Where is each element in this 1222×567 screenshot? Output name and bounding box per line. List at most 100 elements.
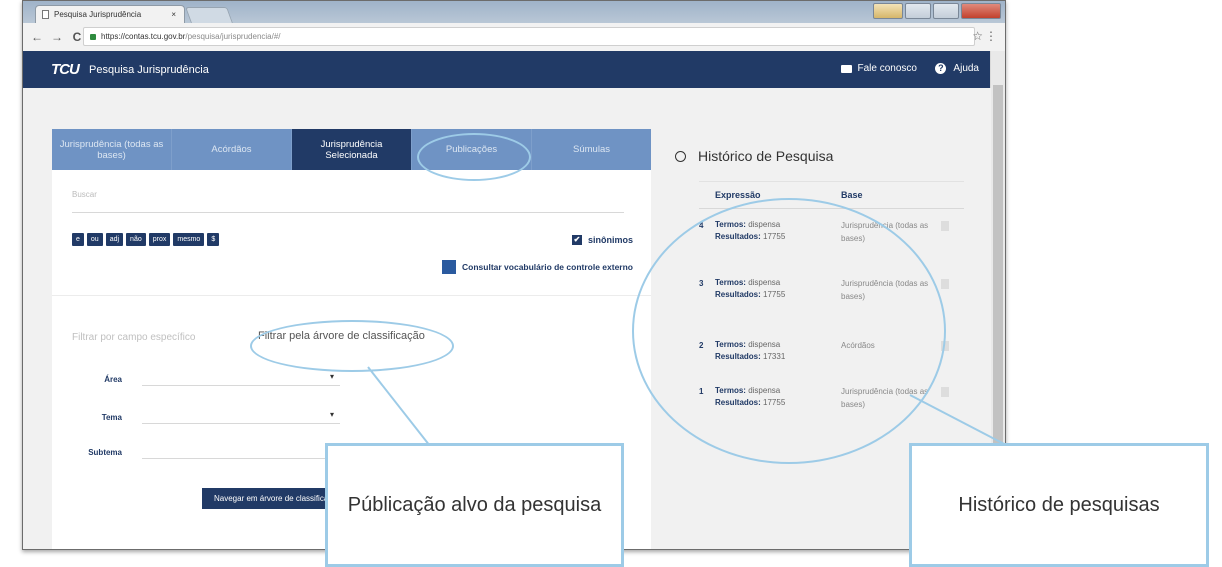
- history-row-number: 2: [699, 341, 704, 350]
- terms-value: dispensa: [748, 278, 781, 287]
- back-icon[interactable]: ←: [31, 30, 43, 44]
- results-label: Resultados:: [715, 352, 761, 361]
- history-row-number: 1: [699, 387, 704, 396]
- scroll-thumb[interactable]: [993, 85, 1003, 445]
- subtema-field: Subtema: [72, 445, 340, 459]
- expression-column-header: Expressão: [715, 190, 761, 200]
- operator-mesmo-button[interactable]: mesmo: [173, 233, 205, 246]
- vocabulary-link[interactable]: Consultar vocabulário de controle extern…: [442, 260, 633, 274]
- browser-menu-icon[interactable]: ⋮: [985, 29, 997, 43]
- vocabulary-label: Consultar vocabulário de controle extern…: [462, 262, 633, 272]
- terms-label: Termos:: [715, 340, 746, 349]
- lock-icon: [90, 33, 96, 40]
- divider: [52, 295, 651, 296]
- terms-value: dispensa: [748, 386, 781, 395]
- vocabulary-icon: [442, 260, 457, 274]
- area-field: Área ▾: [72, 372, 340, 386]
- operator-adj-button[interactable]: adj: [105, 233, 124, 246]
- callout-publicacao: Públicação alvo da pesquisa: [325, 443, 624, 567]
- address-bar: ← → C https://contas.tcu.gov.br /pesquis…: [23, 23, 1005, 52]
- trash-icon[interactable]: [941, 341, 949, 351]
- bookmark-star-icon[interactable]: ☆: [972, 29, 983, 43]
- contact-label: Fale conosco: [857, 63, 917, 74]
- operator-ou-button[interactable]: ou: [86, 233, 103, 246]
- terms-value: dispensa: [748, 220, 781, 229]
- tab-sumulas[interactable]: Súmulas: [532, 129, 651, 170]
- operator-prox-button[interactable]: prox: [148, 233, 171, 246]
- url-input[interactable]: https://contas.tcu.gov.br /pesquisa/juri…: [83, 27, 975, 46]
- title-bar: Pesquisa Jurisprudência ×: [23, 1, 1005, 23]
- results-label: Resultados:: [715, 232, 761, 241]
- reload-icon[interactable]: C: [71, 30, 83, 44]
- help-icon: ?: [935, 63, 947, 74]
- trash-icon[interactable]: [941, 221, 949, 231]
- history-clock-icon: [675, 150, 686, 162]
- minimize-button[interactable]: [905, 3, 931, 19]
- search-input[interactable]: Buscar: [72, 190, 624, 213]
- history-row-base: Jurisprudência (todas as bases): [841, 221, 929, 243]
- history-title-text: Histórico de Pesquisa: [698, 148, 834, 164]
- operator-buttons: e ou adj não prox mesmo $: [72, 233, 220, 246]
- history-row-base: Jurisprudência (todas as bases): [841, 279, 929, 301]
- terms-label: Termos:: [715, 278, 746, 287]
- terms-label: Termos:: [715, 386, 746, 395]
- history-row-expression: Termos: dispensa Resultados: 17755: [709, 385, 841, 435]
- checkbox-checked-icon: ✔: [571, 235, 582, 245]
- synonyms-label: sinônimos: [587, 235, 633, 245]
- history-row[interactable]: 3 Termos: dispensa Resultados: 17755 Jur…: [699, 277, 964, 339]
- document-icon: [42, 10, 49, 19]
- area-label: Área: [104, 374, 122, 384]
- results-value: 17331: [763, 352, 786, 361]
- tema-label: Tema: [101, 412, 122, 422]
- search-tabs: Jurisprudência (todas as bases) Acórdãos…: [52, 129, 651, 170]
- operator-e-button[interactable]: e: [72, 233, 84, 246]
- filter-by-field-link[interactable]: Filtrar por campo específico: [72, 332, 195, 343]
- app-title: Pesquisa Jurisprudência: [89, 64, 209, 76]
- app-header: TCU Pesquisa Jurisprudência Fale conosco…: [23, 51, 991, 88]
- history-row[interactable]: 4 Termos: dispensa Resultados: 17755 Jur…: [699, 219, 964, 277]
- help-link[interactable]: ? Ajuda: [935, 63, 979, 74]
- callout-historico: Histórico de pesquisas: [909, 443, 1209, 567]
- url-path: /pesquisa/jurisprudencia/#/: [185, 32, 281, 41]
- tab-acordaos[interactable]: Acórdãos: [172, 129, 292, 170]
- favorites-button[interactable]: [873, 3, 903, 19]
- history-row-number: 3: [699, 279, 704, 288]
- tema-select[interactable]: ▾: [142, 410, 340, 424]
- trash-icon[interactable]: [941, 387, 949, 397]
- new-tab-button[interactable]: [185, 7, 233, 23]
- tab-publicacoes[interactable]: Publicações: [412, 129, 532, 170]
- terms-label: Termos:: [715, 220, 746, 229]
- url-host: https://contas.tcu.gov.br: [101, 32, 186, 41]
- window-controls: [873, 3, 1001, 19]
- close-window-button[interactable]: [961, 3, 1001, 19]
- operator-nao-button[interactable]: não: [126, 233, 146, 246]
- base-column-header: Base: [841, 190, 863, 200]
- results-value: 17755: [763, 232, 786, 241]
- history-row-expression: Termos: dispensa Resultados: 17755: [709, 219, 841, 277]
- trash-icon[interactable]: [941, 279, 949, 289]
- browser-tab[interactable]: Pesquisa Jurisprudência ×: [35, 5, 185, 23]
- close-tab-icon[interactable]: ×: [171, 10, 176, 19]
- results-label: Resultados:: [715, 398, 761, 407]
- history-row[interactable]: 1 Termos: dispensa Resultados: 17755 Jur…: [699, 385, 964, 435]
- maximize-button[interactable]: [933, 3, 959, 19]
- history-row[interactable]: 2 Termos: dispensa Resultados: 17331 Acó…: [699, 339, 964, 385]
- chat-icon: [840, 64, 852, 73]
- subtema-select[interactable]: [142, 445, 340, 459]
- history-title: Histórico de Pesquisa: [675, 148, 833, 164]
- area-select[interactable]: ▾: [142, 372, 340, 386]
- synonyms-checkbox[interactable]: ✔ sinônimos: [571, 235, 633, 245]
- operator-dollar-button[interactable]: $: [207, 233, 220, 246]
- history-table-header: Expressão Base: [699, 181, 964, 209]
- tab-jurisprudencia-todas[interactable]: Jurisprudência (todas as bases): [52, 129, 172, 170]
- tab-jurisprudencia-selecionada[interactable]: Jurisprudência Selecionada: [292, 129, 412, 170]
- filter-by-tree-link[interactable]: Filtrar pela árvore de classificação: [258, 330, 425, 342]
- forward-icon[interactable]: →: [51, 30, 63, 44]
- history-row-expression: Termos: dispensa Resultados: 17755: [709, 277, 841, 339]
- history-row-base: Acórdãos: [841, 341, 875, 350]
- contact-link[interactable]: Fale conosco: [840, 63, 917, 74]
- history-row-expression: Termos: dispensa Resultados: 17331: [709, 339, 841, 385]
- tcu-logo[interactable]: TCU: [51, 61, 80, 78]
- history-row-number: 4: [699, 221, 704, 230]
- browser-tab-title: Pesquisa Jurisprudência: [54, 10, 142, 19]
